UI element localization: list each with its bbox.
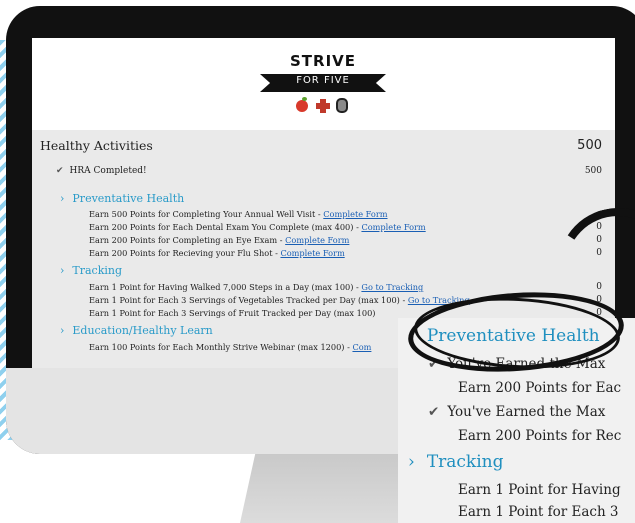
healthy-activities-label: Healthy Activities <box>40 138 153 153</box>
total-points: 500 <box>577 138 602 153</box>
activity-row: Earn 200 Points for Completing an Eye Ex… <box>89 235 350 245</box>
chevron-right-icon: › <box>60 192 65 205</box>
complete-form-link[interactable]: Complete Form <box>285 235 349 245</box>
hra-points: 500 <box>584 166 602 176</box>
category-education[interactable]: › Education/Healthy Learn <box>60 324 213 337</box>
activity-row: Earn 1 Point for Each 3 Servings of Frui… <box>89 308 376 318</box>
logo-subtitle: FOR FIVE <box>296 75 350 86</box>
zoom-line: Earn 1 Point for Having <box>458 482 621 498</box>
hra-row: ✔ HRA Completed! <box>56 166 147 176</box>
activity-row: Earn 500 Points for Completing Your Annu… <box>89 209 388 219</box>
category-tracking[interactable]: › Tracking <box>60 264 122 277</box>
zoom-line: Earn 1 Point for Each 3 <box>458 504 619 520</box>
zoom-line: ✔ You've Earned the Max <box>428 404 606 420</box>
activity-row: Earn 1 Point for Each 3 Servings of Vege… <box>89 295 470 305</box>
logo-title: STRIVE <box>289 52 357 70</box>
zoom-line: Earn 200 Points for Eac <box>458 380 622 396</box>
checkmark-icon: ✔ <box>56 166 64 176</box>
kettlebell-icon <box>336 98 348 113</box>
activity-row: Earn 100 Points for Each Monthly Strive … <box>89 342 372 352</box>
activity-row: Earn 200 Points for Recieving your Flu S… <box>89 248 345 258</box>
logo-icons <box>294 96 354 116</box>
activity-row: Earn 200 Points for Each Dental Exam You… <box>89 222 426 232</box>
go-to-tracking-link[interactable]: Go to Tracking <box>361 282 423 292</box>
category-preventative-health[interactable]: › Preventative Health <box>60 192 184 205</box>
chevron-right-icon: › <box>408 452 415 472</box>
leaf-icon <box>302 97 307 101</box>
zoom-category-tracking[interactable]: › Tracking <box>408 452 504 472</box>
apple-icon <box>296 100 308 112</box>
hra-label: HRA Completed! <box>69 166 147 176</box>
checkmark-icon: ✔ <box>428 404 440 420</box>
medical-cross-icon <box>316 99 330 113</box>
zoom-line: Earn 200 Points for Rec <box>458 428 622 444</box>
chevron-right-icon: › <box>60 324 65 337</box>
complete-form-link[interactable]: Com <box>352 342 371 352</box>
complete-form-link[interactable]: Complete Form <box>323 209 387 219</box>
chevron-right-icon: › <box>60 264 65 277</box>
complete-form-link[interactable]: Complete Form <box>361 222 425 232</box>
complete-form-link[interactable]: Complete Form <box>280 248 344 258</box>
header-banner: STRIVE FOR FIVE <box>32 38 615 130</box>
activity-row: Earn 1 Point for Having Walked 7,000 Ste… <box>89 282 424 292</box>
